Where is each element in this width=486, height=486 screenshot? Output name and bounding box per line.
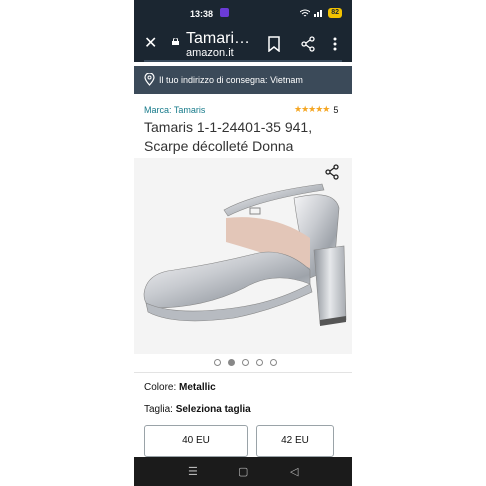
divider [134,372,352,373]
size-label: Taglia: [144,404,173,415]
status-icons: 82 [300,8,342,18]
size-button-40[interactable]: 40 EU [144,425,248,457]
phone-screen: 13:38 82 ✕ Tamari… amazon.it Il tuo indi… [134,0,352,486]
star-rating-icon: ★★★★★ [294,104,330,114]
pagination-dot[interactable] [270,359,277,366]
product-image[interactable] [134,158,352,354]
size-button-42[interactable]: 42 EU [256,425,334,457]
page-title: Tamari… [186,30,251,47]
menu-icon[interactable]: ☰ [188,465,198,478]
share-icon[interactable] [300,36,316,52]
review-count: 5 [333,104,339,115]
color-label: Colore: [144,382,177,393]
product-title: Tamaris 1-1-24401-35 941, Scarpe décolle… [144,119,313,154]
pagination-dot[interactable] [228,359,235,366]
header-divider [144,60,342,62]
wifi-icon [300,9,311,17]
shoe-image [143,183,347,326]
color-value: Metallic [179,382,216,393]
image-share-icon[interactable] [324,164,340,180]
pagination-dot[interactable] [242,359,249,366]
more-icon[interactable] [332,36,338,52]
brand-link[interactable]: Marca: Tamaris [144,105,205,115]
notification-icon [220,8,229,17]
image-pagination[interactable] [214,359,277,366]
color-row: Colore: Metallic [144,382,216,393]
home-icon[interactable]: ▢ [238,465,248,478]
back-icon[interactable]: ◁ [290,465,298,478]
pagination-dot[interactable] [256,359,263,366]
size-row: Taglia: Seleziona taglia [144,404,251,415]
page-domain: amazon.it [186,47,234,59]
battery-icon: 82 [328,8,342,18]
signal-icon [314,10,323,17]
status-bar: 13:38 82 [134,0,352,28]
location-pin-icon [144,73,155,86]
browser-app-bar: ✕ Tamari… amazon.it [134,28,352,62]
rating[interactable]: ★★★★★ 5 [294,104,338,115]
delivery-address-text: Il tuo indirizzo di consegna: Vietnam [159,75,303,85]
pagination-dot[interactable] [214,359,221,366]
status-time: 13:38 [190,9,214,19]
close-icon[interactable]: ✕ [144,35,157,53]
delivery-bar[interactable]: Il tuo indirizzo di consegna: Vietnam [134,66,352,94]
bookmark-icon[interactable] [268,36,280,52]
lock-icon [172,38,179,45]
size-value: Seleziona taglia [175,404,251,415]
system-nav-bar: ☰ ▢ ◁ [134,457,352,486]
